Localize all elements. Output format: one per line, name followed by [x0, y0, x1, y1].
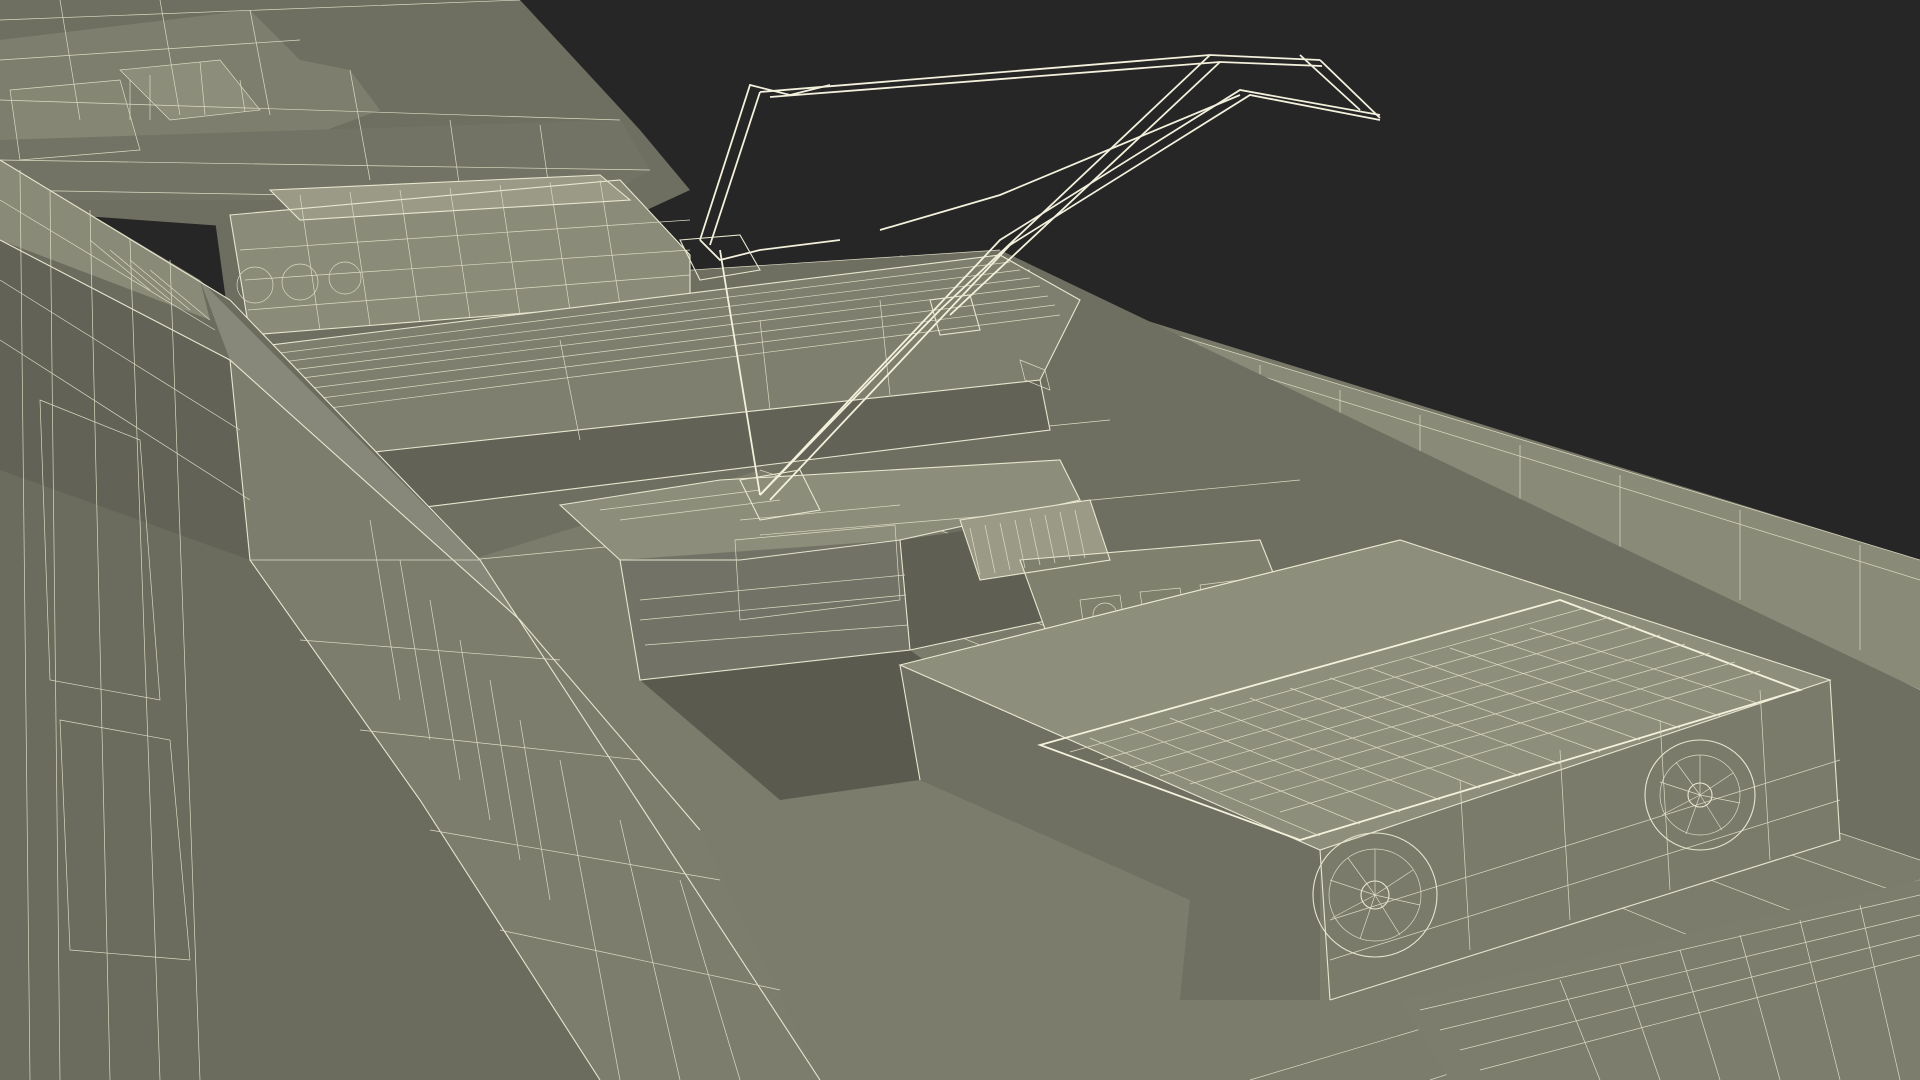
- wireframe-render: [0, 0, 1920, 1080]
